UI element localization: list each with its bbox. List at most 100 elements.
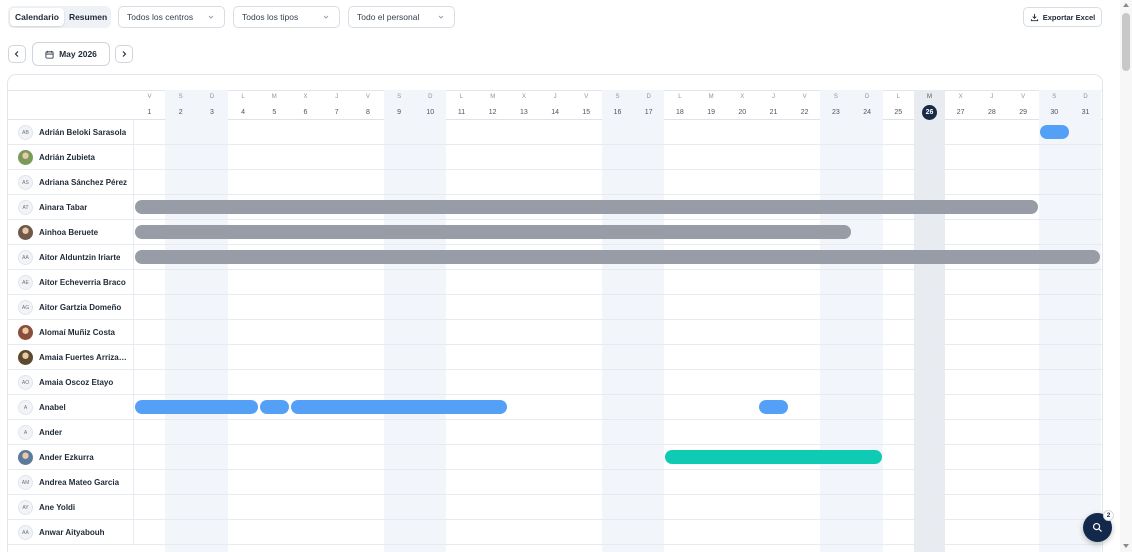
- employee-row: Ander Ezkurra: [8, 445, 1102, 470]
- tab-calendario[interactable]: Calendario: [10, 8, 64, 26]
- employee-name-cell[interactable]: AG Aitor Gartzia Domeño: [8, 295, 134, 320]
- day-letter: V: [802, 94, 807, 100]
- employee-row: AY Ane Yoldi: [8, 495, 1102, 520]
- employee-name-cell[interactable]: A Ander: [8, 420, 134, 445]
- scroll-up-arrow[interactable]: [1123, 3, 1129, 7]
- day-number: 24: [863, 109, 871, 116]
- day-letter: V: [365, 94, 370, 100]
- month-picker-button[interactable]: May 2026: [32, 42, 110, 66]
- absence-bar[interactable]: [135, 250, 1101, 264]
- employee-name-cell[interactable]: AT Ainara Tabar: [8, 195, 134, 220]
- day-letter: S: [1052, 94, 1057, 100]
- employee-name-cell[interactable]: AA Anwar Aityabouh: [8, 520, 134, 545]
- employee-row: AB Adrián Beloki Sarasola: [8, 120, 1102, 145]
- notification-badge: 2: [1103, 510, 1114, 521]
- avatar-initials: AO: [18, 375, 33, 390]
- day-letter: J: [553, 94, 557, 100]
- absence-bar[interactable]: [291, 400, 508, 414]
- employee-row: A Anabel: [8, 395, 1102, 420]
- day-header: J 21: [758, 93, 789, 119]
- day-letter: S: [397, 94, 402, 100]
- employee-name: Anwar Aityabouh: [39, 528, 105, 537]
- avatar-photo: [18, 450, 33, 465]
- day-header: S9: [384, 93, 415, 119]
- employee-name-cell[interactable]: AO Amaia Oscoz Etayo: [8, 370, 134, 395]
- employee-name-cell[interactable]: Ainhoa Beruete: [8, 220, 134, 245]
- absence-bar[interactable]: [135, 400, 258, 414]
- employee-name: Ainhoa Beruete: [39, 228, 99, 237]
- day-number: 15: [582, 109, 591, 116]
- employee-name-cell[interactable]: AA Aitor Alduntzin Iriarte: [8, 245, 134, 270]
- day-header: V1: [134, 93, 165, 119]
- scroll-thumb[interactable]: [1122, 13, 1130, 71]
- staff-filter-select[interactable]: Todo el personal: [348, 6, 455, 28]
- employee-name-cell[interactable]: Adrián Zubieta: [8, 145, 134, 170]
- day-header: X 20: [727, 93, 758, 119]
- day-header: J 28: [976, 93, 1007, 119]
- day-number: 1: [147, 109, 152, 116]
- avatar-initials: A: [18, 400, 33, 415]
- day-number: 12: [488, 109, 497, 116]
- next-month-button[interactable]: [115, 45, 133, 63]
- day-number: 11: [457, 109, 466, 116]
- employee-name-cell[interactable]: AY Ane Yoldi: [8, 495, 134, 520]
- employee-name-cell[interactable]: Alomaí Muñiz Costa: [8, 320, 134, 345]
- employee-row: AO Amaia Oscoz Etayo: [8, 370, 1102, 395]
- day-number: 29: [1019, 109, 1027, 116]
- avatar-initials: AA: [18, 250, 33, 265]
- day-number: 4: [241, 109, 246, 116]
- day-header: D 10: [415, 93, 446, 119]
- day-header: V 15: [571, 93, 602, 119]
- avatar-photo: [18, 350, 33, 365]
- day-number: 2: [178, 109, 183, 116]
- day-header: L 11: [446, 93, 477, 119]
- absence-bar[interactable]: [1039, 125, 1069, 139]
- staff-filter-value: Todo el personal: [357, 12, 420, 22]
- day-letter: J: [990, 94, 994, 100]
- day-letter: X: [740, 94, 745, 100]
- employee-name-cell[interactable]: AS Adriana Sánchez Pérez: [8, 170, 134, 195]
- employee-name-cell[interactable]: Ander Ezkurra: [8, 445, 134, 470]
- avatar-initials: AT: [18, 200, 33, 215]
- employee-name: Adrián Zubieta: [39, 153, 96, 162]
- day-number: 28: [987, 109, 996, 116]
- day-number: 8: [365, 109, 370, 116]
- day-header: V 29: [1008, 93, 1039, 119]
- day-letter: M: [490, 94, 496, 100]
- day-header: S 23: [820, 93, 851, 119]
- employee-name-cell[interactable]: AE Aitor Echeverria Braco: [8, 270, 134, 295]
- export-excel-label: Exportar Excel: [1042, 12, 1096, 22]
- tab-resumen[interactable]: Resumen: [64, 8, 112, 26]
- day-header: V 22: [789, 93, 820, 119]
- day-letter: X: [521, 94, 526, 100]
- day-header: M 12: [477, 93, 508, 119]
- day-letter: M: [927, 94, 932, 100]
- today-day-number: 26: [922, 105, 937, 120]
- export-excel-button[interactable]: Exportar Excel: [1023, 7, 1102, 27]
- employee-row: Alomaí Muñiz Costa: [8, 320, 1102, 345]
- absence-bar[interactable]: [135, 200, 1038, 214]
- employee-row: AA Aitor Alduntzin Iriarte: [8, 245, 1102, 270]
- absence-bar[interactable]: [259, 400, 289, 414]
- employee-name-cell[interactable]: AM Andrea Mateo Garcia: [8, 470, 134, 495]
- chevron-down-icon: [438, 15, 444, 19]
- avatar-initials: AS: [18, 175, 33, 190]
- employee-name-cell[interactable]: A Anabel: [8, 395, 134, 420]
- page-scrollbar[interactable]: [1120, 0, 1132, 552]
- employee-name-cell[interactable]: Amaia Fuertes Arrizabalaga: [8, 345, 134, 370]
- absence-bar[interactable]: [665, 450, 882, 464]
- day-letter: L: [241, 94, 245, 100]
- calendar-grid: V 1 S 2 D 3 L 4 M 5 X 6 J 7 V 8 S 9 D 10 L 11 M 12 X 13 J 14 V 15 S 16 D…: [7, 74, 1103, 552]
- day-number: 20: [738, 109, 747, 116]
- employee-name: Adriana Sánchez Pérez: [39, 178, 128, 187]
- centers-filter-select[interactable]: Todos los centros: [118, 6, 225, 28]
- types-filter-select[interactable]: Todos los tipos: [233, 6, 340, 28]
- prev-month-button[interactable]: [8, 45, 26, 63]
- absence-bar[interactable]: [759, 400, 789, 414]
- types-filter-value: Todos los tipos: [242, 12, 299, 22]
- absence-bar[interactable]: [135, 225, 851, 239]
- day-header: M 26: [914, 93, 945, 120]
- scroll-down-arrow[interactable]: [1123, 544, 1129, 548]
- day-header: X 13: [508, 93, 539, 119]
- employee-name-cell[interactable]: AB Adrián Beloki Sarasola: [8, 120, 134, 145]
